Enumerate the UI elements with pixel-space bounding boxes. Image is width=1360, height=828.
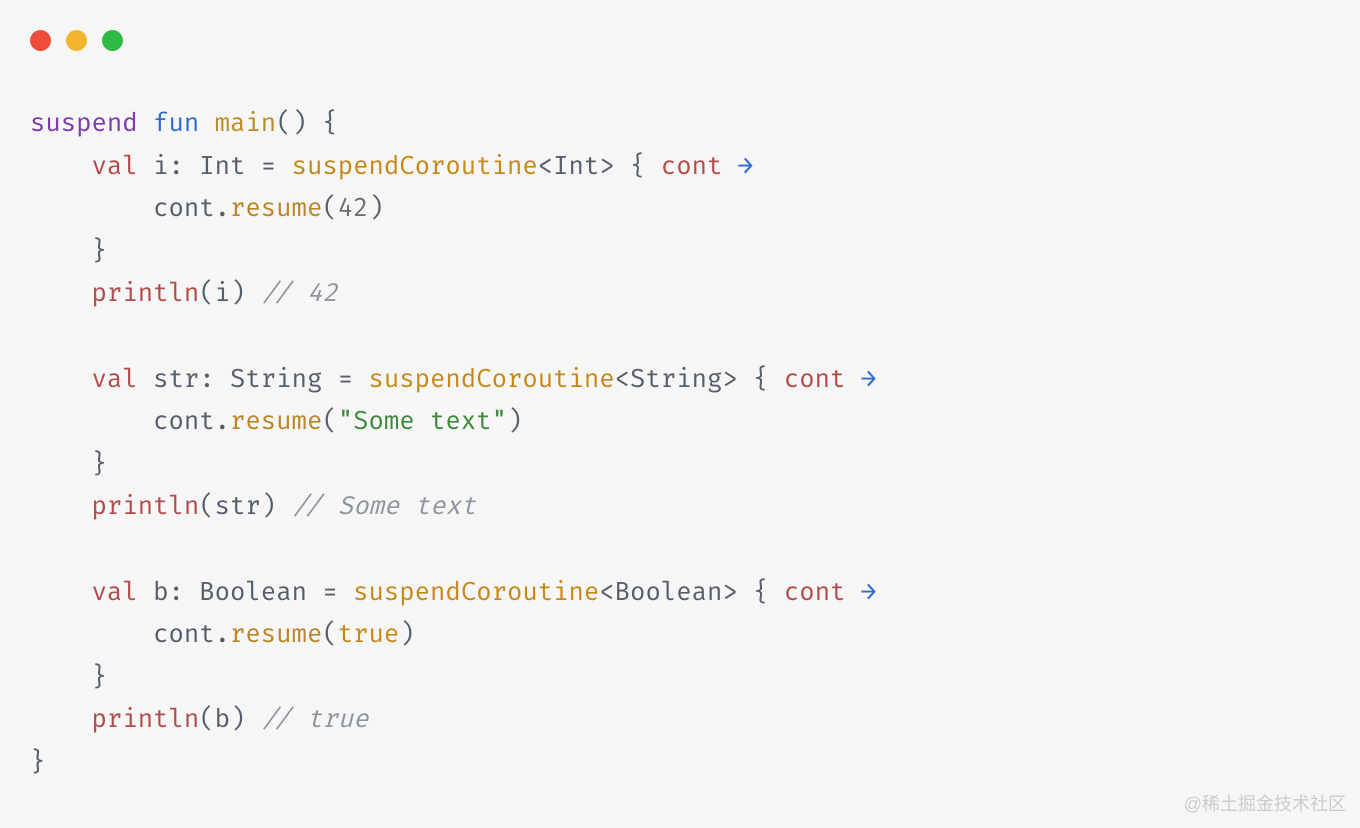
brace-close-main: } bbox=[30, 747, 45, 778]
var-str: str bbox=[153, 364, 199, 395]
generic-int: Int bbox=[553, 151, 599, 182]
type-boolean: Boolean bbox=[199, 577, 307, 608]
literal-true: true bbox=[338, 619, 400, 650]
indent bbox=[30, 151, 92, 182]
keyword-val: val bbox=[92, 364, 138, 395]
type-string: String bbox=[230, 364, 322, 395]
close-icon[interactable] bbox=[30, 30, 51, 51]
var-i: i bbox=[153, 151, 168, 182]
code-block: suspend fun main() { val i: Int = suspen… bbox=[30, 103, 876, 785]
arg-b: b bbox=[215, 704, 230, 735]
zoom-icon[interactable] bbox=[102, 30, 123, 51]
method-resume: resume bbox=[230, 619, 322, 650]
arrow-icon: → bbox=[738, 151, 753, 182]
call-suspendCoroutine: suspendCoroutine bbox=[353, 577, 599, 608]
watermark: @稀土掘金技术社区 bbox=[1184, 790, 1346, 816]
param-cont: cont bbox=[661, 151, 723, 182]
ref-cont: cont bbox=[153, 406, 215, 437]
arrow-icon: → bbox=[861, 364, 876, 395]
generic-boolean: Boolean bbox=[615, 577, 723, 608]
comment-true: // true bbox=[261, 704, 369, 735]
code-window: suspend fun main() { val i: Int = suspen… bbox=[0, 0, 1360, 828]
keyword-suspend: suspend bbox=[30, 108, 138, 139]
brace-open: { bbox=[307, 108, 338, 139]
comment-42: // 42 bbox=[261, 278, 338, 309]
comment-some-text: // Some text bbox=[292, 491, 477, 522]
minimize-icon[interactable] bbox=[66, 30, 87, 51]
method-resume: resume bbox=[230, 406, 322, 437]
call-println: println bbox=[92, 491, 200, 522]
literal-42: 42 bbox=[338, 193, 369, 224]
arrow-icon: → bbox=[861, 577, 876, 608]
function-name: main bbox=[215, 108, 277, 139]
method-resume: resume bbox=[230, 193, 322, 224]
arg-i: i bbox=[215, 278, 230, 309]
param-cont: cont bbox=[784, 577, 846, 608]
literal-some-text: "Some text" bbox=[338, 406, 507, 437]
param-cont: cont bbox=[784, 364, 846, 395]
call-suspendCoroutine: suspendCoroutine bbox=[369, 364, 615, 395]
ref-cont: cont bbox=[153, 193, 215, 224]
keyword-fun: fun bbox=[153, 108, 199, 139]
keyword-val: val bbox=[92, 151, 138, 182]
brace-close: } bbox=[92, 662, 107, 693]
call-suspendCoroutine: suspendCoroutine bbox=[292, 151, 538, 182]
generic-string: String bbox=[630, 364, 722, 395]
keyword-val: val bbox=[92, 577, 138, 608]
brace-close: } bbox=[92, 449, 107, 480]
call-println: println bbox=[92, 278, 200, 309]
window-controls bbox=[30, 30, 123, 51]
arg-str: str bbox=[215, 491, 261, 522]
var-b: b bbox=[153, 577, 168, 608]
brace-close: } bbox=[92, 236, 107, 267]
ref-cont: cont bbox=[153, 619, 215, 650]
paren: () bbox=[276, 108, 307, 139]
type-int: Int bbox=[199, 151, 245, 182]
call-println: println bbox=[92, 704, 200, 735]
